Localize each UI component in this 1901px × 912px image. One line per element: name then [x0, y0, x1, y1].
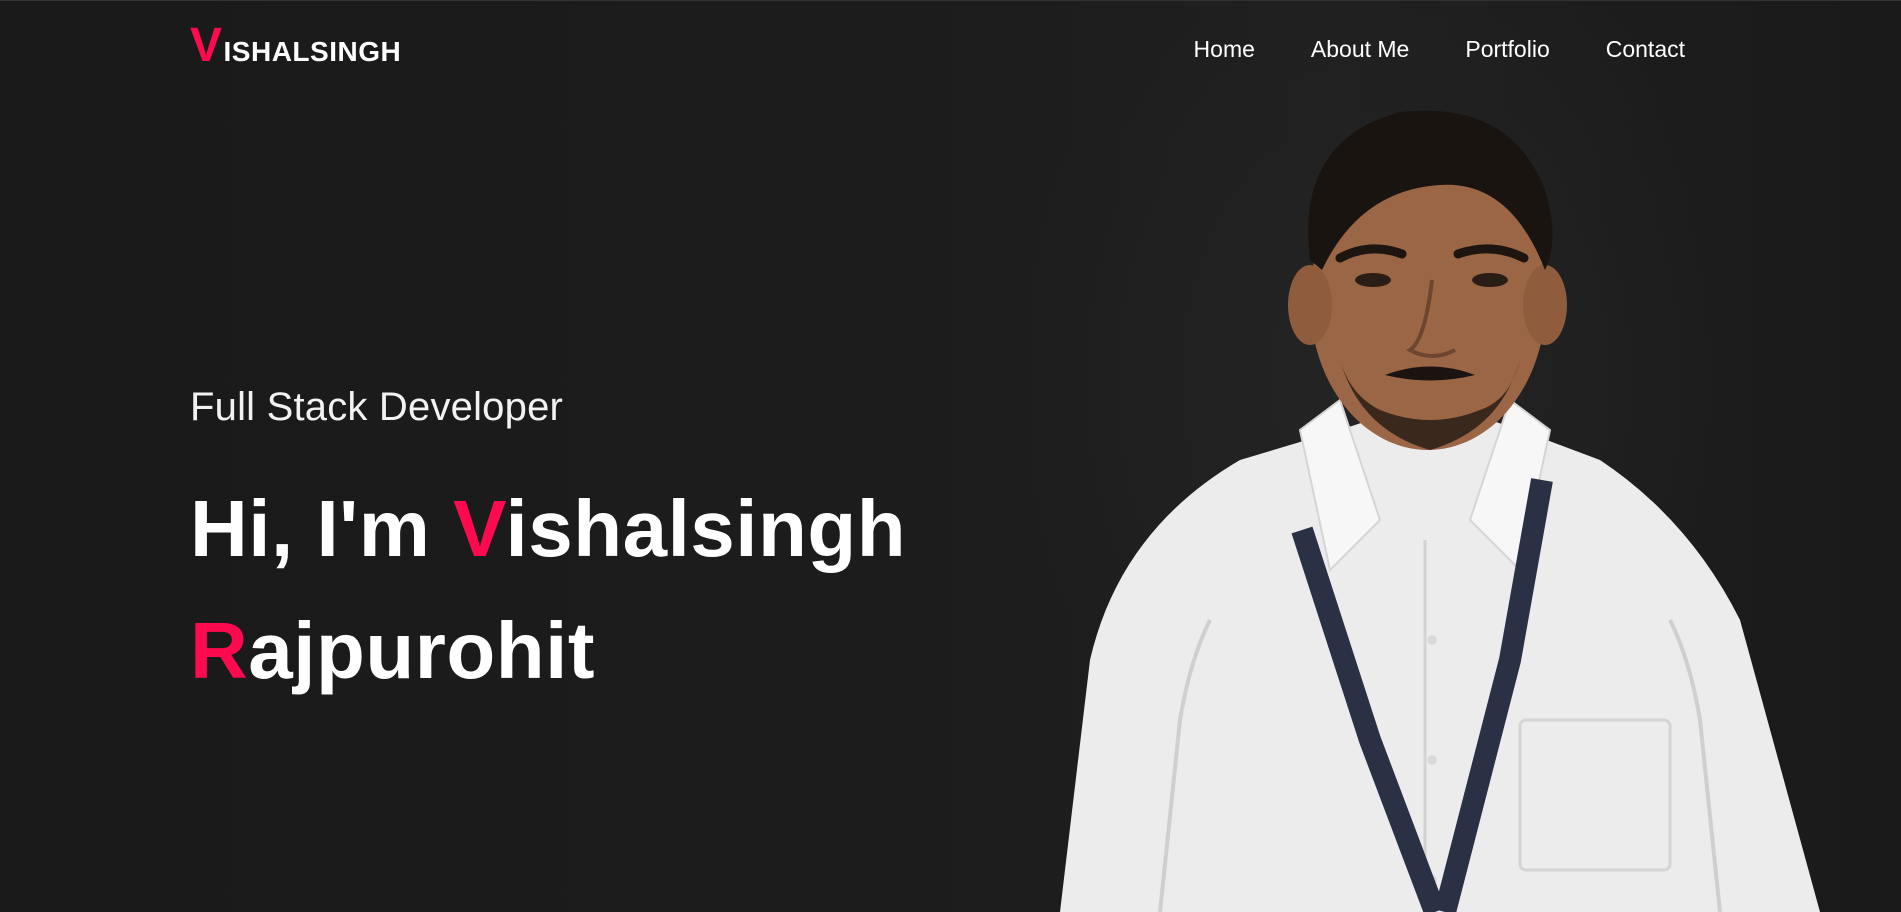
- profile-photo: [1040, 100, 1901, 912]
- last-name-initial: R: [190, 606, 249, 695]
- site-logo[interactable]: V ISHALSINGH: [190, 19, 402, 72]
- navbar: V ISHALSINGH Home About Me Portfolio Cont…: [0, 0, 1901, 100]
- nav-about-me[interactable]: About Me: [1311, 36, 1409, 63]
- hero-subtitle: Full Stack Developer: [190, 385, 564, 429]
- nav-portfolio[interactable]: Portfolio: [1465, 36, 1549, 63]
- nav-contact[interactable]: Contact: [1606, 36, 1685, 63]
- nav-home[interactable]: Home: [1194, 36, 1255, 63]
- profile-photo-illustration: [1060, 110, 1820, 912]
- logo-initial: V: [190, 19, 223, 72]
- logo-text: ISHALSINGH: [223, 36, 402, 67]
- hero-headline: Hi, I'm Vishalsingh Rajpurohit: [190, 468, 906, 712]
- first-name-rest: ishalsingh: [505, 484, 907, 573]
- last-name-rest: ajpurohit: [248, 606, 595, 695]
- greeting-prefix: Hi, I'm: [190, 484, 454, 573]
- first-name-initial: V: [453, 484, 506, 573]
- hero-text: Full Stack Developer Hi, I'm Vishalsingh…: [190, 385, 906, 712]
- main-nav: Home About Me Portfolio Contact: [1138, 36, 1685, 63]
